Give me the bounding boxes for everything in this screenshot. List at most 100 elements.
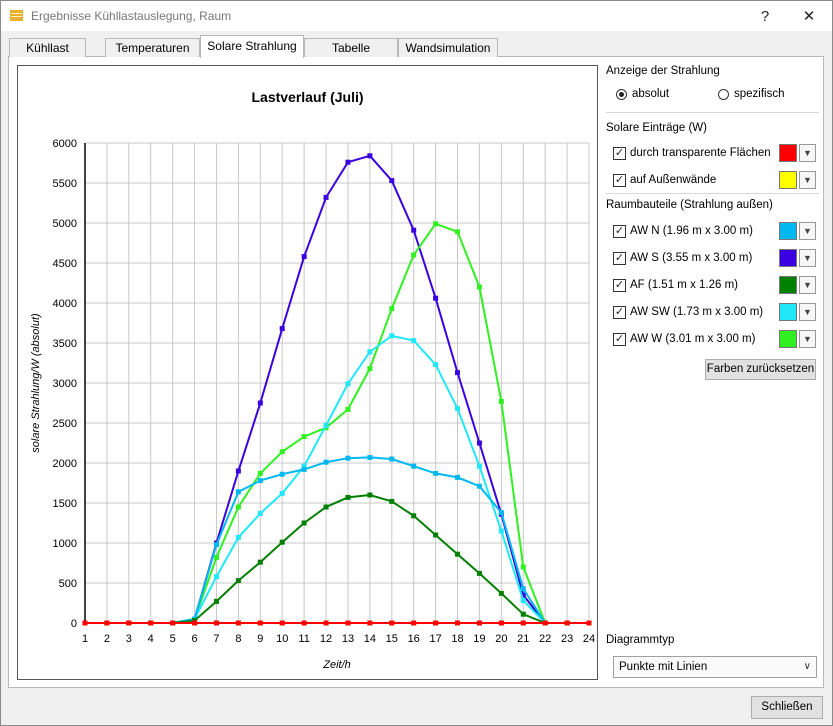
x-tick-label: 4 xyxy=(148,633,154,645)
radio-spezifisch[interactable] xyxy=(718,89,729,100)
label-aw-w: AW W (3.01 m x 3.00 m) xyxy=(630,333,756,345)
label-aw-s: AW S (3.55 m x 3.00 m) xyxy=(630,252,753,264)
color-dropdown-aussenwaende[interactable]: ▼ xyxy=(799,171,816,189)
color-swatch-af[interactable] xyxy=(779,276,797,294)
data-point xyxy=(235,504,241,510)
x-tick-label: 6 xyxy=(192,633,198,645)
color-swatch-aw-w[interactable] xyxy=(779,330,797,348)
data-point xyxy=(257,620,263,626)
tab-temperaturen[interactable]: Temperaturen xyxy=(105,38,200,57)
data-point xyxy=(301,466,307,472)
data-point xyxy=(411,338,417,344)
data-point xyxy=(476,284,482,290)
close-window-button[interactable]: ✕ xyxy=(789,1,829,31)
tab-kuehllast[interactable]: Kühllast xyxy=(9,38,86,57)
checkbox-aw-sw[interactable]: ✓ xyxy=(613,306,626,319)
chevron-down-icon: ▼ xyxy=(803,175,812,185)
help-icon: ? xyxy=(760,7,770,25)
close-button[interactable]: Schließen xyxy=(751,696,823,719)
x-tick-label: 20 xyxy=(495,633,507,645)
data-point xyxy=(279,620,285,626)
y-axis-label: solare Strahlung/W (absolut) xyxy=(30,313,42,453)
tab-solare-strahlung[interactable]: Solare Strahlung xyxy=(200,35,304,58)
data-point xyxy=(498,398,504,404)
data-point xyxy=(257,510,263,516)
chevron-down-icon: ▼ xyxy=(803,280,812,290)
data-point xyxy=(498,510,504,516)
data-point xyxy=(433,221,439,227)
y-tick-label: 4000 xyxy=(53,298,77,310)
data-point xyxy=(257,559,263,565)
color-swatch-aw-sw[interactable] xyxy=(779,303,797,321)
y-tick-label: 0 xyxy=(71,618,77,630)
checkbox-aw-w[interactable]: ✓ xyxy=(613,333,626,346)
checkbox-aussenwaende[interactable]: ✓ xyxy=(613,174,626,187)
check-icon: ✓ xyxy=(614,147,625,159)
checkbox-transparent[interactable]: ✓ xyxy=(613,147,626,160)
data-point xyxy=(323,194,329,200)
window-title: Ergebnisse Kühllastauslegung, Raum xyxy=(31,9,232,23)
tab-wandsimulation[interactable]: Wandsimulation xyxy=(398,38,498,57)
data-point xyxy=(498,590,504,596)
data-point xyxy=(389,178,395,184)
color-dropdown-aw-sw[interactable]: ▼ xyxy=(799,303,816,321)
checkbox-aw-n[interactable]: ✓ xyxy=(613,225,626,238)
diagram-type-select[interactable]: Punkte mit Linien ∨ xyxy=(613,656,817,678)
data-point xyxy=(476,463,482,469)
help-button[interactable]: ? xyxy=(745,1,785,31)
chevron-down-icon: ▼ xyxy=(803,334,812,344)
data-point xyxy=(345,455,351,461)
data-point xyxy=(367,366,373,372)
separator xyxy=(606,112,819,113)
data-point xyxy=(455,406,461,412)
data-point xyxy=(367,349,373,355)
data-point xyxy=(345,159,351,165)
data-point xyxy=(213,554,219,560)
diagram-type-value: Punkte mit Linien xyxy=(619,661,708,673)
data-point xyxy=(411,227,417,233)
radio-absolut[interactable] xyxy=(616,89,627,100)
tab-tabelle[interactable]: Tabelle xyxy=(304,38,398,57)
data-point xyxy=(520,598,526,604)
data-point xyxy=(170,620,176,626)
color-dropdown-af[interactable]: ▼ xyxy=(799,276,816,294)
checkbox-af[interactable]: ✓ xyxy=(613,279,626,292)
color-dropdown-aw-w[interactable]: ▼ xyxy=(799,330,816,348)
diagram-type-label: Diagrammtyp xyxy=(606,634,675,646)
data-point xyxy=(235,578,241,584)
chevron-down-icon: ▼ xyxy=(803,226,812,236)
tab-label: Solare Strahlung xyxy=(207,39,297,53)
separator xyxy=(606,193,819,194)
data-point xyxy=(498,620,504,626)
color-dropdown-aw-n[interactable]: ▼ xyxy=(799,222,816,240)
data-point xyxy=(235,468,241,474)
check-icon: ✓ xyxy=(614,306,625,318)
data-point xyxy=(345,406,351,412)
checkbox-aw-s[interactable]: ✓ xyxy=(613,252,626,265)
x-tick-label: 11 xyxy=(298,633,309,645)
color-dropdown-transparent[interactable]: ▼ xyxy=(799,144,816,162)
color-swatch-transparent[interactable] xyxy=(779,144,797,162)
tab-label: Tabelle xyxy=(331,41,371,55)
data-point xyxy=(192,620,198,626)
color-swatch-aw-n[interactable] xyxy=(779,222,797,240)
color-swatch-aussenwaende[interactable] xyxy=(779,171,797,189)
data-point xyxy=(433,470,439,476)
y-tick-label: 2500 xyxy=(53,418,77,430)
x-tick-label: 8 xyxy=(235,633,241,645)
series-line xyxy=(85,334,589,624)
data-point xyxy=(389,456,395,462)
data-point xyxy=(411,620,417,626)
data-point xyxy=(433,620,439,626)
chart-frame: Lastverlauf (Juli) 0 500 1000 1500 2000 2500 3… xyxy=(17,65,598,680)
data-point xyxy=(367,153,373,159)
reset-colors-button[interactable]: Farben zurücksetzen xyxy=(705,359,816,380)
data-point xyxy=(345,494,351,500)
color-dropdown-aw-s[interactable]: ▼ xyxy=(799,249,816,267)
data-point xyxy=(520,586,526,592)
color-swatch-aw-s[interactable] xyxy=(779,249,797,267)
data-point xyxy=(323,504,329,510)
label-aussenwaende: auf Außenwände xyxy=(630,174,717,186)
data-point xyxy=(323,459,329,465)
tab-label: Kühllast xyxy=(26,41,69,55)
